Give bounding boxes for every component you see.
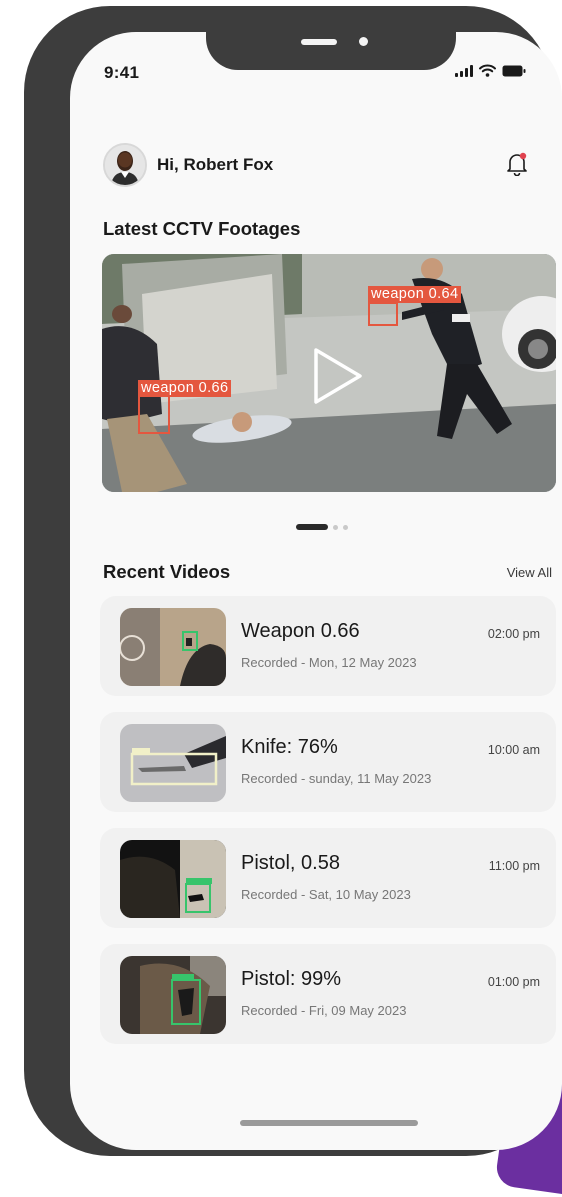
header: Hi, Robert Fox <box>103 142 528 188</box>
video-title: Weapon 0.66 <box>241 620 360 642</box>
carousel-dot[interactable] <box>343 524 348 530</box>
play-icon[interactable] <box>310 346 366 406</box>
video-recorded-date: Recorded - sunday, 11 May 2023 <box>241 771 432 786</box>
detection-box <box>138 394 170 434</box>
video-title: Pistol, 0.58 <box>241 852 340 874</box>
carousel-dot-active[interactable] <box>296 524 328 530</box>
video-card[interactable]: Weapon 0.66 Recorded - Mon, 12 May 2023 … <box>100 596 556 696</box>
video-thumbnail <box>120 956 226 1034</box>
video-recorded-date: Recorded - Mon, 12 May 2023 <box>241 655 417 670</box>
status-icons <box>455 64 526 77</box>
video-time: 01:00 pm <box>487 975 540 989</box>
view-all-link[interactable]: View All <box>507 565 552 580</box>
detection-label: weapon 0.64 <box>368 286 462 303</box>
home-indicator[interactable] <box>240 1120 418 1126</box>
avatar[interactable] <box>103 143 147 187</box>
bell-icon[interactable] <box>506 152 528 181</box>
video-thumbnail <box>120 840 226 918</box>
video-recorded-date: Recorded - Fri, 09 May 2023 <box>241 1003 407 1018</box>
greeting-text: Hi, Robert Fox <box>157 155 274 174</box>
phone-frame: 9:41 Hi, Robert Fox Latest CCTV Footages… <box>24 6 562 1156</box>
video-card[interactable]: Knife: 76% Recorded - sunday, 11 May 202… <box>100 712 556 812</box>
video-time: 11:00 pm <box>488 859 540 873</box>
cctv-footage-player[interactable]: weapon 0.66 weapon 0.64 <box>102 254 556 492</box>
video-time: 02:00 pm <box>487 627 540 641</box>
detection-box <box>368 302 398 326</box>
signal-icon <box>455 65 473 77</box>
wifi-icon <box>479 64 496 77</box>
video-title: Pistol: 99% <box>241 968 342 990</box>
status-time: 9:41 <box>104 63 140 82</box>
video-card[interactable]: Pistol: 99% Recorded - Fri, 09 May 2023 … <box>100 944 556 1044</box>
app-screen: 9:41 Hi, Robert Fox Latest CCTV Footages… <box>70 32 562 1150</box>
video-time: 10:00 am <box>487 743 540 757</box>
battery-icon <box>502 65 526 77</box>
video-thumbnail <box>120 724 226 802</box>
video-recorded-date: Recorded - Sat, 10 May 2023 <box>241 887 411 902</box>
video-card[interactable]: Pistol, 0.58 Recorded - Sat, 10 May 2023… <box>100 828 556 928</box>
latest-footages-title: Latest CCTV Footages <box>103 218 301 239</box>
device-notch <box>206 32 456 70</box>
carousel-dot[interactable] <box>333 524 338 530</box>
carousel-indicator <box>296 524 348 530</box>
recent-videos-title: Recent Videos <box>103 561 231 582</box>
video-thumbnail <box>120 608 226 686</box>
video-title: Knife: 76% <box>241 736 338 758</box>
detection-label: weapon 0.66 <box>138 380 232 397</box>
